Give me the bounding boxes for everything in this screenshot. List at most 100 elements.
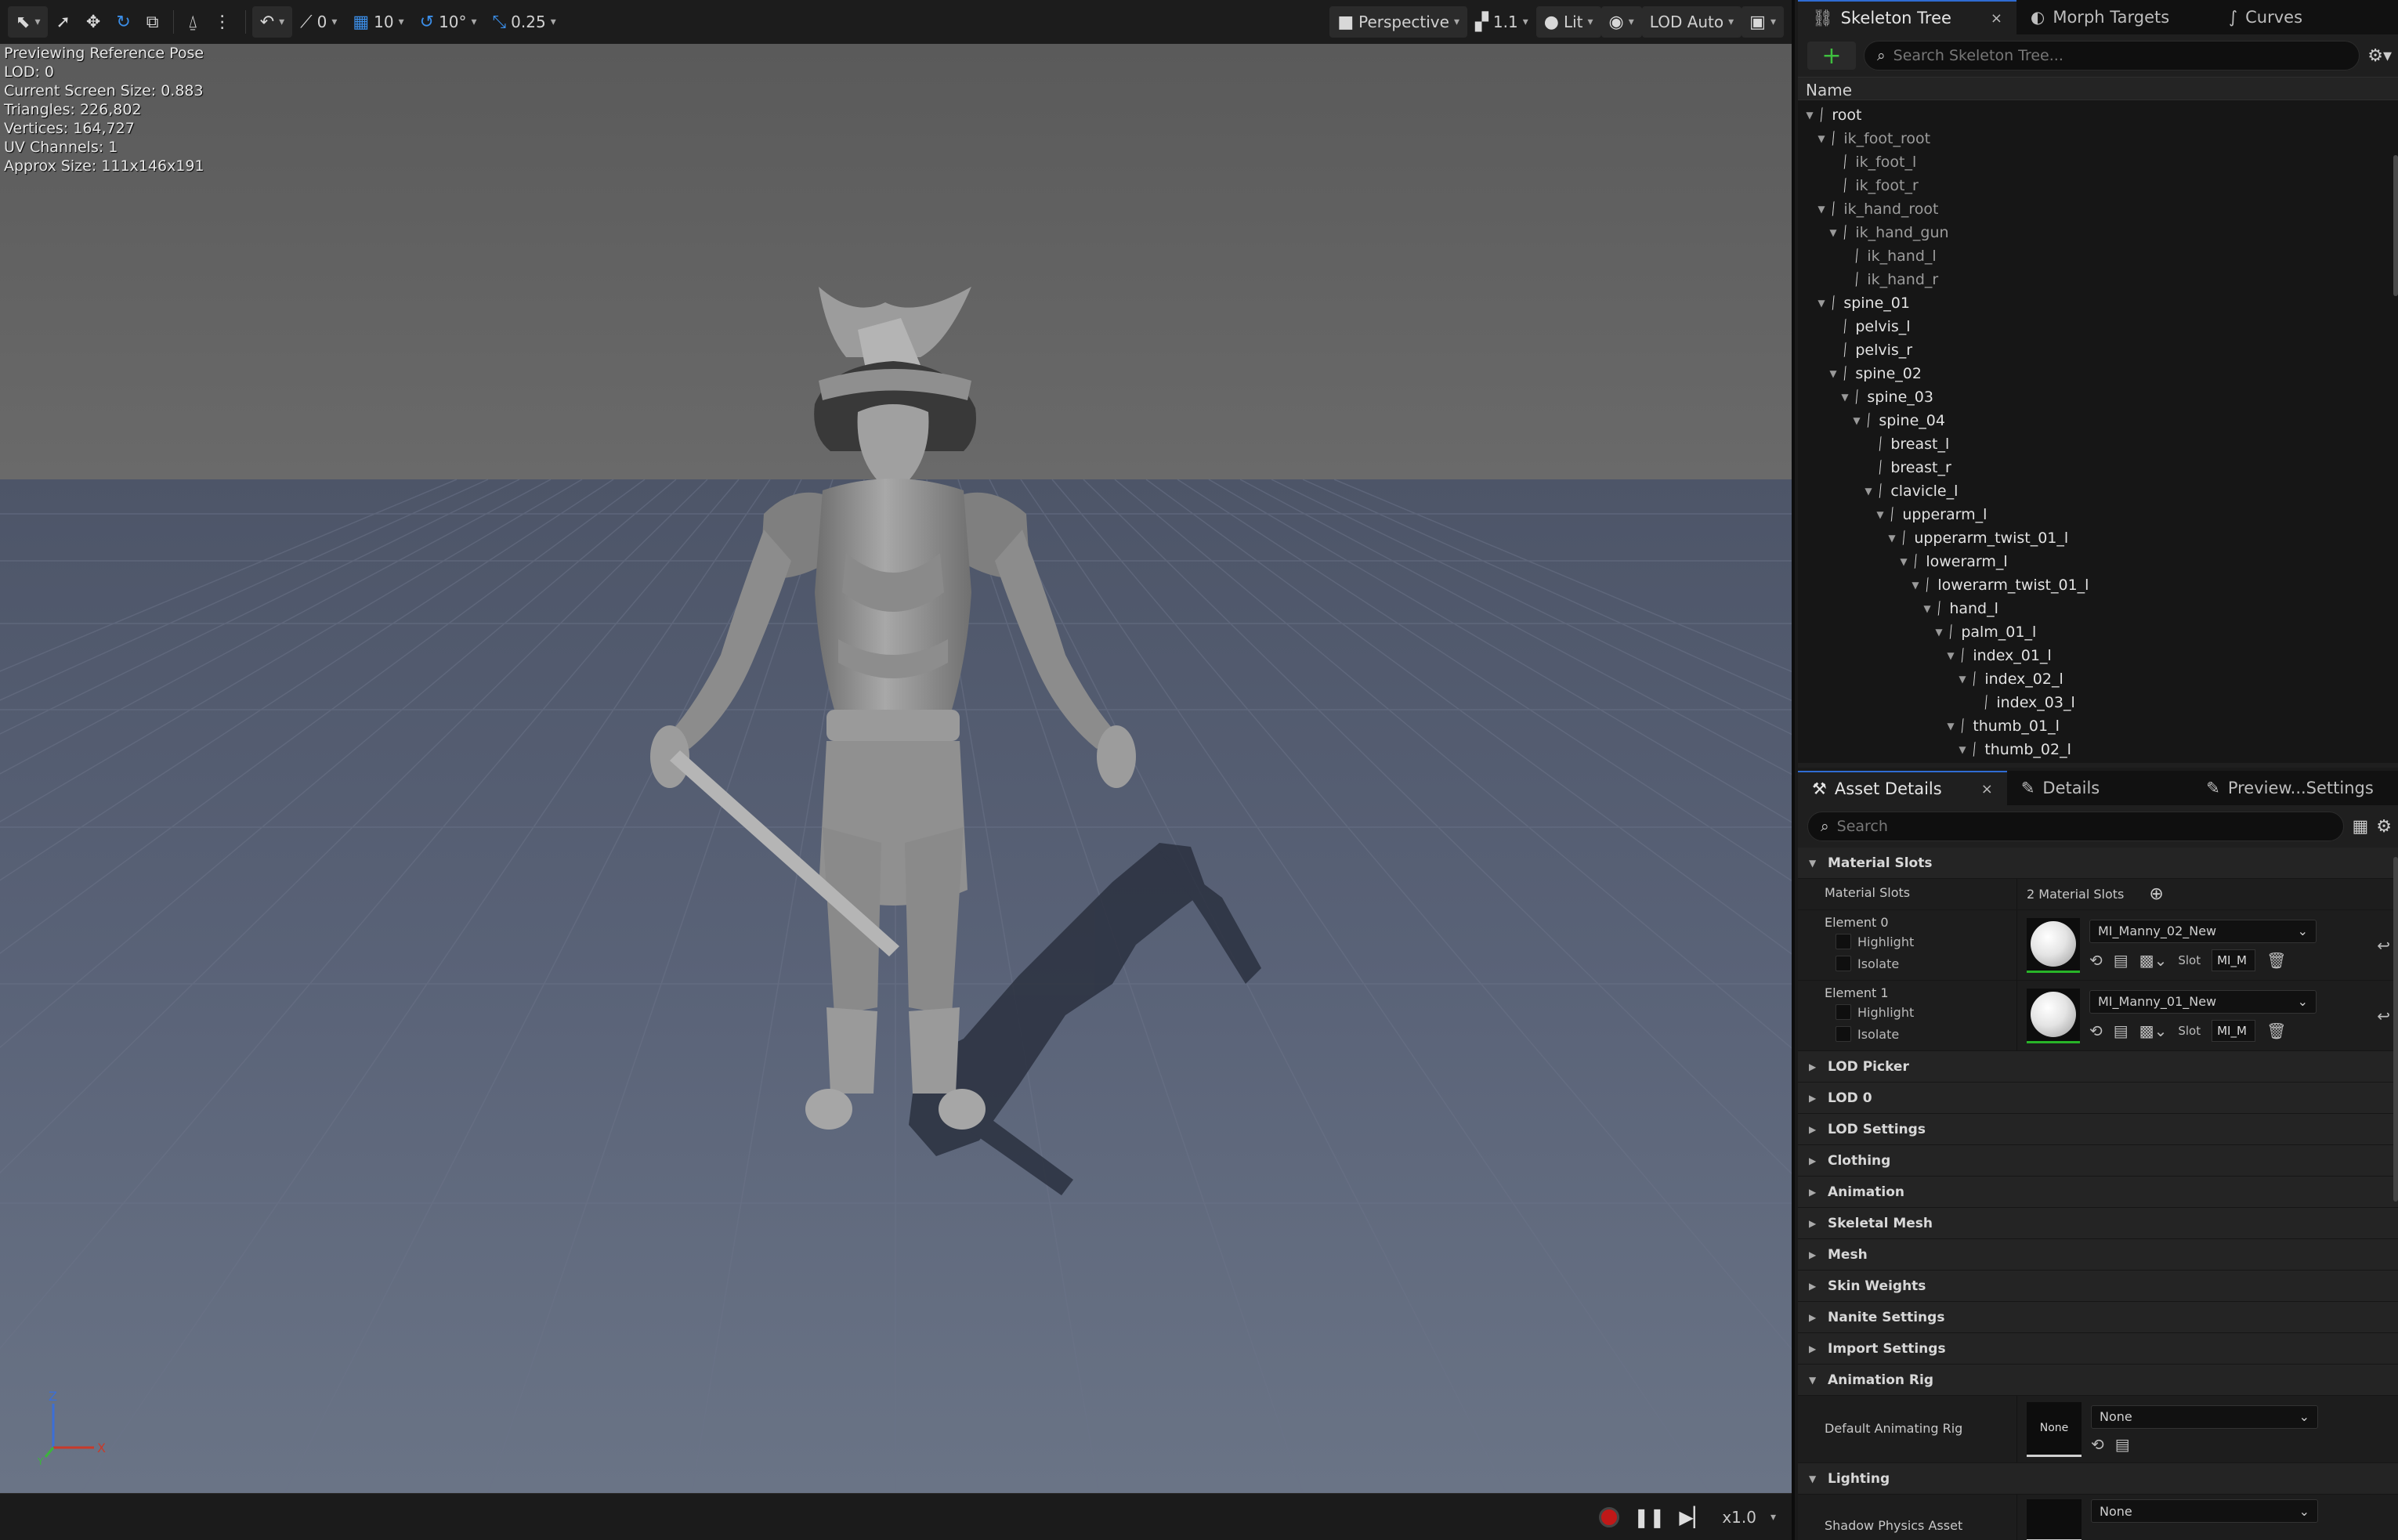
bone-row[interactable]: ▼ ⟋ spine_03 [1839, 385, 1933, 409]
collapsed-section[interactable]: ▶ Import Settings [1798, 1333, 2398, 1365]
section-animation-rig[interactable]: ▼ Animation Rig [1798, 1365, 2398, 1396]
select-tool-button[interactable]: ➚ [48, 6, 78, 38]
tab-preview-settings[interactable]: ✎ Preview...Settings [2192, 771, 2388, 805]
section-lighting[interactable]: ▼ Lighting [1798, 1463, 2398, 1495]
bone-row[interactable]: ⟋ ik_hand_r [1839, 268, 1938, 291]
lighting-mode-button[interactable]: ● Lit ▾ [1535, 6, 1601, 38]
camera-speed-button[interactable]: ▞ 1.1 ▾ [1467, 6, 1536, 38]
collapsed-section[interactable]: ▶ Skeletal Mesh [1798, 1208, 2398, 1239]
material-thumbnail[interactable] [2027, 988, 2080, 1043]
playback-speed[interactable]: x1.0 [1722, 1508, 1756, 1527]
rotate-tool-button[interactable]: ↻ [108, 6, 138, 38]
bone-row[interactable]: ▼ ⟋ ik_hand_gun [1828, 221, 1948, 244]
folder-icon[interactable]: ▤ [2114, 1021, 2129, 1040]
folder-icon[interactable]: ▤ [2114, 951, 2129, 970]
checker-icon[interactable]: ▩⌄ [2139, 1021, 2168, 1040]
highlight-checkbox[interactable] [1836, 1004, 1851, 1020]
browse-icon[interactable]: ⟲ [2091, 1435, 2104, 1454]
location-snap-button[interactable]: ⟋ 0 ▾ [292, 6, 345, 38]
coordinate-space-button[interactable]: ⍙ [180, 6, 206, 38]
tab-curves[interactable]: ∫ Curves [2215, 0, 2317, 34]
record-button[interactable] [1599, 1506, 1620, 1527]
collapsed-section[interactable]: ▶ Clothing [1798, 1145, 2398, 1177]
step-forward-icon[interactable]: ▶▏ [1679, 1506, 1708, 1528]
add-button[interactable]: + [1807, 42, 1856, 70]
bone-row[interactable]: ⟋ index_03_l [1969, 691, 2075, 714]
collapsed-section[interactable]: ▶ LOD 0 [1798, 1083, 2398, 1114]
details-search-input[interactable]: ⌕ Search [1807, 812, 2345, 841]
bone-row[interactable]: ▼ ⟋ ik_foot_root [1816, 127, 1930, 150]
material-thumbnail[interactable] [2027, 917, 2080, 973]
material-combo[interactable]: MI_Manny_01_New ⌄ [2089, 989, 2317, 1014]
tree-scrollbar[interactable] [2393, 155, 2398, 296]
bone-row[interactable]: ⟋ breast_l [1863, 432, 1949, 456]
select-mode-button[interactable]: ⬉ ▾ [8, 6, 49, 38]
table-view-icon[interactable]: ▦ [2352, 817, 2368, 837]
shadow-thumbnail[interactable] [2027, 1499, 2082, 1540]
slot-name-field[interactable]: MI_M [2212, 1019, 2256, 1042]
lod-button[interactable]: LOD Auto ▾ [1641, 6, 1742, 38]
isolate-option[interactable]: Isolate [1825, 952, 2016, 975]
details-scrollbar[interactable] [2393, 857, 2398, 1202]
folder-icon[interactable]: ▤ [2115, 1435, 2130, 1454]
grid-snap-button[interactable]: ▦ 10 ▾ [345, 6, 411, 38]
chevron-down-icon[interactable]: ▾ [1770, 1511, 1776, 1524]
tab-skeleton-tree[interactable]: ⛓ Skeleton Tree × [1798, 0, 2017, 34]
rig-thumbnail[interactable]: None [2027, 1401, 2082, 1457]
tab-morph-targets[interactable]: ◐ Morph Targets [2016, 0, 2183, 34]
section-material-slots[interactable]: ▼ Material Slots [1798, 848, 2398, 879]
bone-row[interactable]: ⟋ pelvis_l [1828, 315, 1911, 338]
bone-row[interactable]: ▼ ⟋ index_02_l [1957, 667, 2063, 691]
bone-row[interactable]: ▼ ⟋ upperarm_l [1875, 503, 1987, 526]
slot-name-field[interactable]: MI_M [2212, 949, 2256, 971]
bone-row[interactable]: ▼ ⟋ clavicle_l [1863, 479, 1958, 503]
surface-snap-button[interactable]: ↶ ▾ [251, 6, 293, 38]
gear-icon[interactable]: ⚙▾ [2367, 46, 2392, 66]
scale-snap-button[interactable]: ⤡ 0.25 ▾ [485, 6, 564, 38]
bone-row[interactable]: ⟋ ik_hand_l [1839, 244, 1937, 268]
highlight-option[interactable]: Highlight [1825, 1000, 2016, 1024]
bone-row[interactable]: ▼ ⟋ lowerarm_twist_01_l [1910, 573, 2089, 597]
isolate-checkbox[interactable] [1836, 1026, 1851, 1042]
bone-row[interactable]: ▼ ⟋ lowerarm_l [1898, 550, 2007, 573]
collapsed-section[interactable]: ▶ Nanite Settings [1798, 1302, 2398, 1333]
bone-row[interactable]: ▼ ⟋ spine_01 [1816, 291, 1910, 315]
bone-row[interactable]: ⟋ pelvis_r [1828, 338, 1912, 362]
material-combo[interactable]: MI_Manny_02_New ⌄ [2089, 919, 2317, 943]
bone-row[interactable]: ⟋ breast_r [1863, 456, 1951, 479]
show-flags-button[interactable]: ◉ ▾ [1600, 6, 1642, 38]
bone-row[interactable]: ▼ ⟋ ik_hand_root [1816, 197, 1938, 221]
collapsed-section[interactable]: ▶ LOD Settings [1798, 1114, 2398, 1145]
scene-view[interactable] [0, 44, 1792, 1494]
browse-icon[interactable]: ⟲ [2089, 1021, 2103, 1040]
collapsed-section[interactable]: ▶ Animation [1798, 1177, 2398, 1208]
rig-combo[interactable]: None ⌄ [2091, 1404, 2318, 1429]
translate-tool-button[interactable]: ✥ [78, 6, 108, 38]
shadow-combo[interactable]: None ⌄ [2091, 1499, 2318, 1523]
collapsed-section[interactable]: ▶ Skin Weights [1798, 1271, 2398, 1302]
highlight-option[interactable]: Highlight [1825, 930, 2016, 953]
reset-icon[interactable]: ↩ [2377, 936, 2390, 955]
browse-icon[interactable]: ⟲ [2089, 951, 2103, 970]
skeleton-search-input[interactable]: ⌕ Search Skeleton Tree... [1864, 41, 2360, 70]
scale-tool-button[interactable]: ⧉ [139, 6, 167, 38]
close-icon[interactable]: × [1981, 781, 1993, 797]
trash-icon[interactable]: 🗑 [2266, 1021, 2286, 1040]
bone-row[interactable]: ▼ ⟋ thumb_02_l [1957, 738, 2071, 761]
pause-icon[interactable]: ❚❚ [1633, 1506, 1665, 1528]
bone-row[interactable]: ▼ ⟋ palm_01_l [1933, 620, 2036, 644]
isolate-option[interactable]: Isolate [1825, 1022, 2016, 1046]
bone-row[interactable]: ▼ ⟋ root [1804, 103, 1861, 127]
bone-tree[interactable]: ▼ ⟋ root ▼ ⟋ ik_foot_root ⟋ ik_foot_l ⟋ ik_foot_r… [1798, 100, 2398, 763]
gear-icon[interactable]: ⚙ [2376, 817, 2392, 837]
view-mode-button[interactable]: ■ Perspective ▾ [1329, 6, 1467, 38]
isolate-checkbox[interactable] [1836, 956, 1851, 971]
bone-row[interactable]: ⟋ ik_foot_l [1828, 150, 1916, 174]
collapsed-section[interactable]: ▶ LOD Picker [1798, 1051, 2398, 1083]
checker-icon[interactable]: ▩⌄ [2139, 951, 2168, 970]
add-slot-icon[interactable]: ⊕ [2149, 884, 2163, 904]
tab-details[interactable]: ✎ Details [2007, 771, 2114, 805]
viewport-layout-button[interactable]: ▣ ▾ [1742, 6, 1784, 38]
more-options-button[interactable]: ⋮ [206, 6, 239, 38]
tab-asset-details[interactable]: ⚒ Asset Details × [1798, 771, 2007, 805]
